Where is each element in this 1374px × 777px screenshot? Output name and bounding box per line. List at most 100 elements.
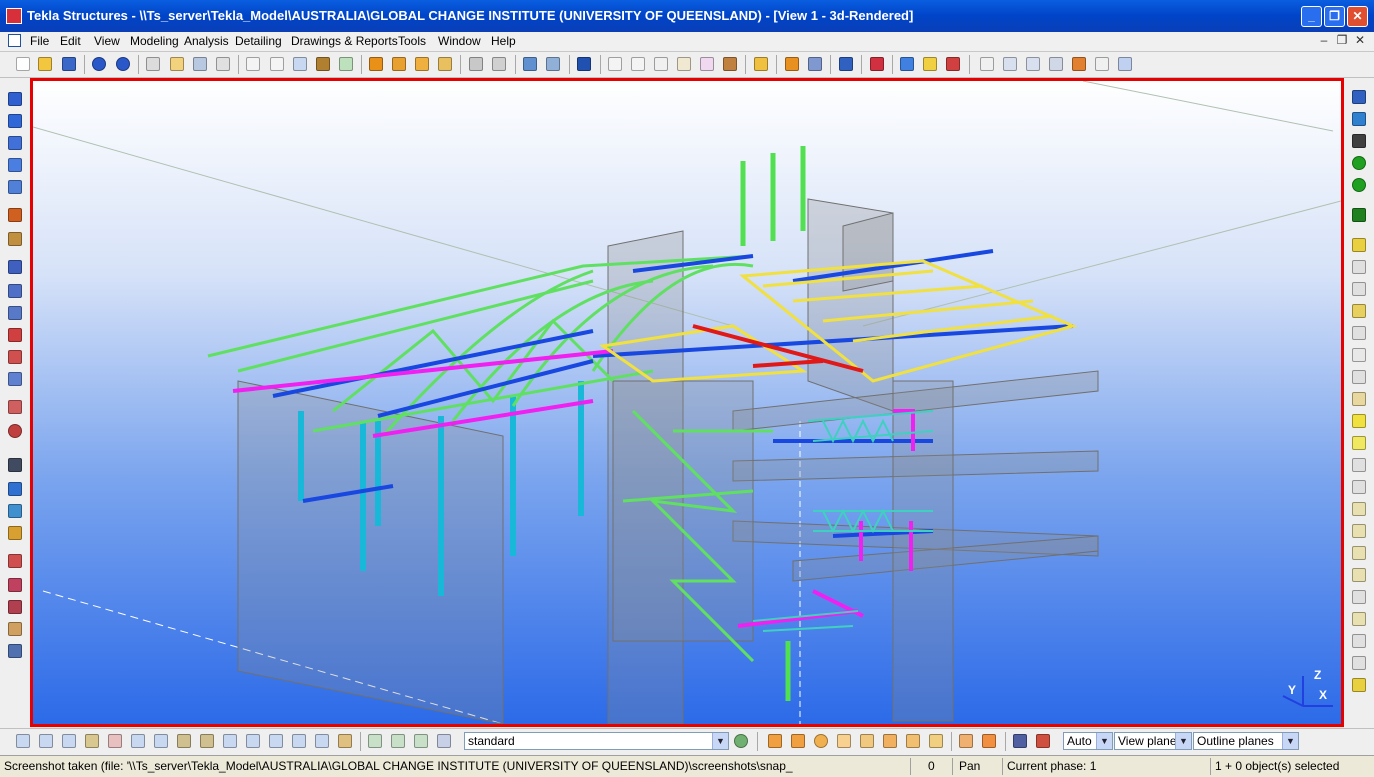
chevron-down-icon[interactable]: ▼: [712, 733, 728, 749]
menu-help[interactable]: Help: [491, 34, 516, 48]
mdi-close-button[interactable]: ✕: [1352, 33, 1368, 47]
projected-point-icon[interactable]: [8, 372, 22, 386]
weld-icon[interactable]: [8, 232, 22, 246]
close-button[interactable]: ✕: [1347, 6, 1368, 27]
menu-tools[interactable]: Tools: [398, 34, 426, 48]
work-area-icon[interactable]: [339, 57, 353, 71]
select-object-groups-icon[interactable]: [437, 734, 451, 748]
object-group-icon[interactable]: [808, 57, 822, 71]
menu-analysis[interactable]: Analysis: [184, 34, 229, 48]
snap-to-reference-icon[interactable]: [1352, 90, 1366, 104]
plane-select[interactable]: View plane ▼: [1114, 732, 1192, 750]
tangent-icon[interactable]: [8, 400, 22, 414]
chamfer-icon[interactable]: [8, 622, 22, 636]
grid-icon[interactable]: [608, 57, 622, 71]
select-object-icon[interactable]: [1352, 546, 1366, 560]
minimize-button[interactable]: _: [1301, 6, 1322, 27]
menu-drawings-reports[interactable]: Drawings & Reports: [291, 34, 398, 48]
select-pour-icon[interactable]: [1352, 612, 1366, 626]
copy-object-icon[interactable]: [492, 57, 506, 71]
new-model-icon[interactable]: [16, 57, 30, 71]
snap-nearest-icon[interactable]: [814, 734, 828, 748]
select-welds-icon[interactable]: [131, 734, 145, 748]
filter-settings-icon[interactable]: [734, 734, 748, 748]
binoculars-icon[interactable]: [8, 458, 22, 472]
line-icon[interactable]: [8, 260, 22, 274]
select-weld-icon[interactable]: [1352, 370, 1366, 384]
favorites-icon[interactable]: [923, 57, 937, 71]
mdi-minimize-button[interactable]: –: [1316, 33, 1332, 47]
arc-point-icon[interactable]: [700, 57, 714, 71]
snap-override-icon[interactable]: [959, 734, 973, 748]
chevron-down-icon[interactable]: ▼: [1282, 733, 1298, 749]
mdi-restore-button[interactable]: ❐: [1334, 33, 1350, 47]
select-plate-icon[interactable]: [1352, 326, 1366, 340]
select-planes-icon[interactable]: [223, 734, 237, 748]
point-on-line-icon[interactable]: [8, 284, 22, 298]
select-components-icon[interactable]: [269, 734, 283, 748]
select-reference-icon[interactable]: [1352, 458, 1366, 472]
beam-icon[interactable]: [369, 57, 383, 71]
print-icon[interactable]: [216, 57, 230, 71]
snap-intersection-icon[interactable]: [837, 734, 851, 748]
properties-icon[interactable]: [193, 57, 207, 71]
general-arrangement-icon[interactable]: [1003, 57, 1017, 71]
polybeam-icon[interactable]: [8, 136, 22, 150]
select-view-icon[interactable]: [293, 57, 307, 71]
cut-line-icon[interactable]: [8, 554, 22, 568]
slab-icon[interactable]: [438, 57, 452, 71]
measure-icon[interactable]: [754, 57, 768, 71]
view-plane-icon[interactable]: [1036, 734, 1050, 748]
select-all-icon[interactable]: [16, 734, 30, 748]
clash-check-icon[interactable]: [839, 57, 853, 71]
number-five-icon[interactable]: [1352, 208, 1366, 222]
plane-icon[interactable]: [723, 57, 737, 71]
component-icon[interactable]: [523, 57, 537, 71]
component-catalog-icon[interactable]: [546, 57, 560, 71]
window-icon[interactable]: [246, 57, 260, 71]
select-load-icon[interactable]: [1352, 634, 1366, 648]
forward-icon[interactable]: [900, 57, 914, 71]
view-list-icon[interactable]: [270, 57, 284, 71]
select-construction-objects-icon[interactable]: [338, 734, 352, 748]
render-mode-select[interactable]: Auto ▼: [1063, 732, 1113, 750]
snap-direction-icon[interactable]: [982, 734, 996, 748]
cut-icon[interactable]: [316, 57, 330, 71]
snap-lines-icon[interactable]: [929, 734, 943, 748]
work-plane-icon[interactable]: [1013, 734, 1027, 748]
select-reference-models-icon[interactable]: [246, 734, 260, 748]
menu-edit[interactable]: Edit: [60, 34, 81, 48]
select-reinforcing-bars-icon[interactable]: [292, 734, 306, 748]
column-tool-icon[interactable]: [8, 92, 22, 106]
assembly-icon[interactable]: [785, 57, 799, 71]
assembly-drawing-icon[interactable]: [1049, 57, 1063, 71]
select-objects-in-assemblies-icon[interactable]: [391, 734, 405, 748]
select-views-icon[interactable]: [177, 734, 191, 748]
snap-reference-lines-icon[interactable]: [768, 734, 782, 748]
select-surface-icon[interactable]: [1352, 568, 1366, 582]
undo-icon[interactable]: [92, 57, 106, 71]
chevron-down-icon[interactable]: ▼: [1096, 733, 1112, 749]
select-construction-icon[interactable]: [1352, 590, 1366, 604]
bolt-icon[interactable]: [8, 208, 22, 222]
single-part-drawing-icon[interactable]: [1026, 57, 1040, 71]
title-bar[interactable]: Tekla Structures - \\Ts_server\Tekla_Mod…: [0, 0, 1374, 32]
components-icon[interactable]: [8, 504, 22, 518]
perpendicular-icon[interactable]: [8, 328, 22, 342]
select-component-icon[interactable]: [1352, 524, 1366, 538]
tekla-online-icon[interactable]: [870, 57, 884, 71]
check-icon[interactable]: [1095, 57, 1109, 71]
model-view-3d[interactable]: Z Y X: [30, 78, 1344, 727]
select-points-icon[interactable]: [85, 734, 99, 748]
zoom-binoculars-icon[interactable]: [1352, 134, 1366, 148]
select-bolt-icon[interactable]: [1352, 348, 1366, 362]
curved-beam-icon[interactable]: [8, 158, 22, 172]
drawing-list-icon[interactable]: [980, 57, 994, 71]
grid-line-icon[interactable]: [631, 57, 645, 71]
selection-filter-select[interactable]: standard ▼: [464, 732, 729, 750]
select-surface-treatment-icon[interactable]: [62, 734, 76, 748]
redo-icon[interactable]: [116, 57, 130, 71]
select-grid-icon[interactable]: [1352, 414, 1366, 428]
menu-file[interactable]: File: [30, 34, 49, 48]
snap-geometry-lines-icon[interactable]: [791, 734, 805, 748]
